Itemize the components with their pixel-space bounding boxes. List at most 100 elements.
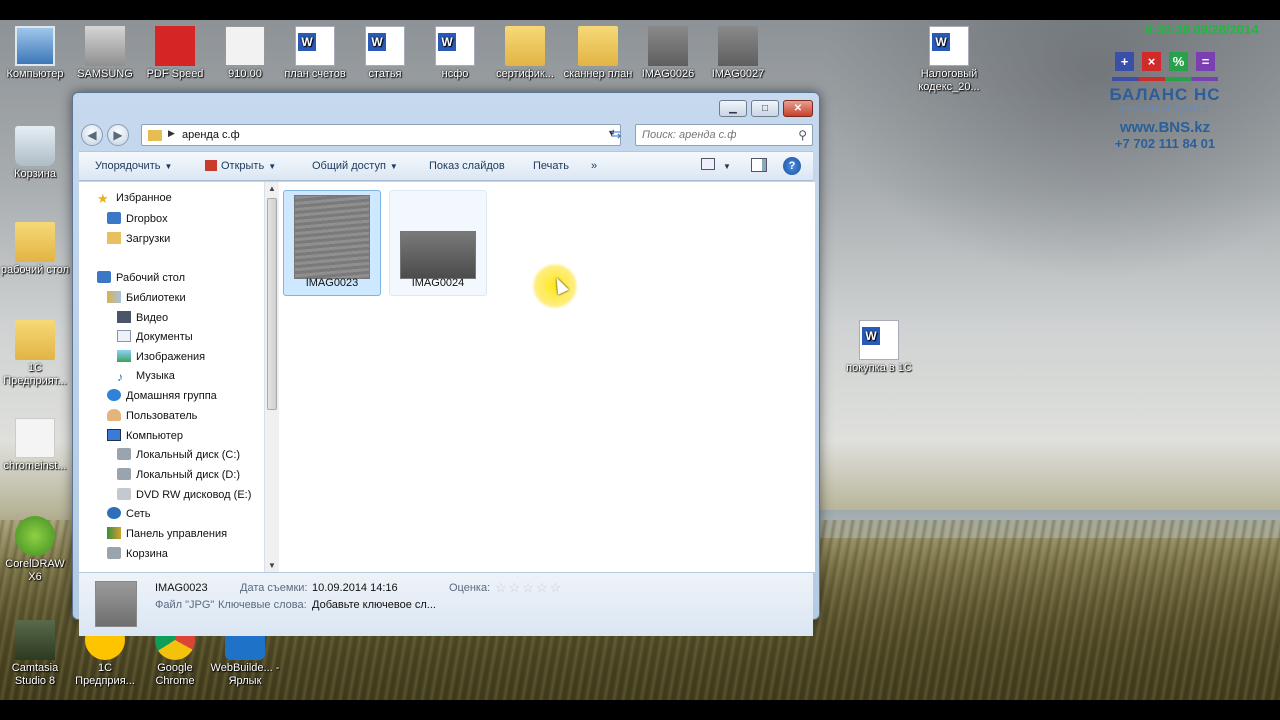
nav-label: Сеть (126, 508, 151, 520)
close-button[interactable]: ✕ (783, 100, 813, 117)
desktop-icon-910[interactable]: 910.00 (210, 26, 280, 81)
nav-computer[interactable]: Компьютер (107, 429, 183, 447)
nav-homegroup[interactable]: Домашняя группа (107, 389, 217, 407)
desktop-icon-purchase[interactable]: покупка в 1С (844, 320, 914, 375)
desktop-icon-label: сканнер план (563, 68, 633, 80)
nav-images[interactable]: Изображения (117, 350, 205, 368)
nav-dropbox[interactable]: Dropbox (107, 212, 168, 230)
nav-downloads[interactable]: Загрузки (107, 232, 170, 250)
nav-label: Видео (136, 312, 169, 324)
desktop-icon-computer[interactable]: Компьютер (0, 26, 70, 81)
nav-label: Dropbox (126, 213, 168, 225)
nav-video[interactable]: Видео (117, 311, 168, 329)
nav-user[interactable]: Пользователь (107, 409, 197, 427)
nav-disk-c[interactable]: Локальный диск (C:) (117, 448, 240, 466)
nav-scrollbar[interactable]: ▲ ▼ (265, 182, 279, 572)
refresh-button[interactable]: ⇆ (605, 124, 627, 146)
slideshow-button[interactable]: Показ слайдов (429, 160, 505, 172)
minimize-button[interactable]: ▁ (719, 100, 747, 117)
scroll-up-icon[interactable]: ▲ (268, 184, 276, 193)
search-icon[interactable]: ⚲ (798, 128, 807, 142)
downloads-folder-icon (107, 232, 121, 244)
details-keywords-value[interactable]: Добавьте ключевое сл... (312, 599, 436, 611)
nav-disk-d[interactable]: Локальный диск (D:) (117, 468, 240, 486)
back-button[interactable]: ◀ (81, 124, 103, 146)
nav-music[interactable]: ♪ Музыка (117, 370, 175, 388)
pdf-document-icon (225, 26, 265, 66)
organize-button[interactable]: Упорядочить ▼ (95, 160, 172, 172)
share-button[interactable]: Общий доступ ▼ (312, 160, 398, 172)
nav-control-panel[interactable]: Панель управления (107, 527, 227, 545)
share-label: Общий доступ (312, 160, 386, 172)
help-icon[interactable]: ? (783, 157, 801, 175)
bottom-letterbox (0, 700, 1280, 720)
desktop-icon-imag26[interactable]: IMAG0026 (633, 26, 703, 81)
desktop-icon-statya[interactable]: статья (350, 26, 420, 81)
nav-favorites[interactable]: ★ Избранное (97, 192, 172, 210)
navigation-row: ◀ ▶ ▶ аренда с.ф ▼ ⇆ ⚲ (79, 122, 813, 148)
view-options-icon[interactable] (701, 158, 715, 170)
star-icon: ★ (97, 191, 109, 206)
open-label: Открыть (221, 160, 265, 172)
desktop: Компьютер SAMSUNG PDF Speed 910.00 план … (0, 20, 1280, 700)
nav-documents[interactable]: Документы (117, 330, 193, 348)
forward-button[interactable]: ▶ (107, 124, 129, 146)
desktop-icon-nalog[interactable]: Налоговый кодекс_20... (912, 26, 986, 94)
documents-icon (117, 330, 131, 342)
desktop-icon-desktop-folder[interactable]: рабочий стол (0, 222, 70, 277)
desktop-icon-nsfo[interactable]: нсфо (420, 26, 490, 81)
more-button[interactable]: » (591, 160, 597, 172)
desktop-icon-label: нсфо (441, 68, 469, 80)
image-file-icon (718, 26, 758, 66)
nav-desktop[interactable]: Рабочий стол (97, 271, 185, 289)
desktop-icon-coreldraw[interactable]: CorelDRAW X6 (0, 516, 70, 584)
desktop-icon-recycle[interactable]: Корзина (0, 126, 70, 181)
nav-recycle-partial[interactable]: Корзина (107, 547, 168, 565)
nav-libraries[interactable]: Библиотеки (107, 291, 186, 309)
file-item[interactable]: IMAG0023 (283, 190, 381, 296)
desktop-icon-pdfspeed[interactable]: PDF Speed (140, 26, 210, 81)
dropbox-icon (107, 212, 121, 224)
dvd-drive-icon (117, 488, 131, 500)
desktop-icon-samsung[interactable]: SAMSUNG (70, 26, 140, 81)
preview-pane-icon[interactable] (751, 158, 767, 172)
folder-icon (578, 26, 618, 66)
scrollbar-thumb[interactable] (267, 198, 277, 410)
nav-network[interactable]: Сеть (107, 507, 150, 525)
desktop-icon-camtasia[interactable]: Camtasia Studio 8 (0, 620, 70, 688)
desktop-icon-scanner[interactable]: сканнер план (560, 26, 636, 81)
nav-dvd-e[interactable]: DVD RW дисковод (E:) (117, 488, 251, 506)
brand-overlay: + × % = БАЛАНС НС учебный центр www.BNS.… (1100, 50, 1230, 151)
recycle-bin-icon (15, 126, 55, 166)
explorer-window: ▁ □ ✕ ◀ ▶ ▶ аренда с.ф ▼ ⇆ ⚲ Упорядочить… (72, 92, 820, 636)
title-bar[interactable]: ▁ □ ✕ (73, 93, 819, 121)
rating-stars[interactable]: ☆☆☆☆☆ (495, 580, 563, 596)
nav-label: Изображения (136, 351, 206, 363)
print-button[interactable]: Печать (533, 160, 569, 172)
desktop-icon-sertif[interactable]: сертифик... (490, 26, 560, 81)
desktop-icon-plan[interactable]: план счетов (280, 26, 350, 81)
scroll-down-icon[interactable]: ▼ (268, 561, 276, 570)
search-box[interactable]: ⚲ (635, 124, 813, 146)
breadcrumb-current[interactable]: аренда с.ф (182, 129, 240, 141)
desktop-icon-label: Компьютер (6, 68, 64, 80)
nav-label: Компьютер (126, 430, 183, 442)
chevron-down-icon[interactable]: ▼ (723, 162, 731, 171)
details-rating-label: Оценка: (449, 582, 491, 594)
open-app-icon (205, 160, 217, 171)
search-input[interactable] (642, 125, 792, 145)
chevron-down-icon: ▼ (268, 162, 277, 171)
image-file-icon (648, 26, 688, 66)
open-button[interactable]: Открыть ▼ (205, 160, 276, 172)
brand-cross-icon: × (1142, 52, 1161, 71)
maximize-button[interactable]: □ (751, 100, 779, 117)
desktop-icon-chromeinst[interactable]: chromeinst... (0, 418, 70, 473)
desktop-icon-enterprise[interactable]: 1С Предприят... (0, 320, 70, 388)
music-icon: ♪ (117, 370, 123, 384)
desktop-icon-label: статья (368, 68, 402, 80)
details-date-value: 10.09.2014 14:16 (312, 582, 398, 594)
file-item[interactable]: IMAG0024 (389, 190, 578, 309)
desktop-icon-imag27[interactable]: IMAG0027 (703, 26, 773, 81)
address-bar[interactable]: ▶ аренда с.ф ▼ (141, 124, 621, 146)
command-bar: Упорядочить ▼ Открыть ▼ Общий доступ ▼ Пока… (79, 151, 813, 181)
